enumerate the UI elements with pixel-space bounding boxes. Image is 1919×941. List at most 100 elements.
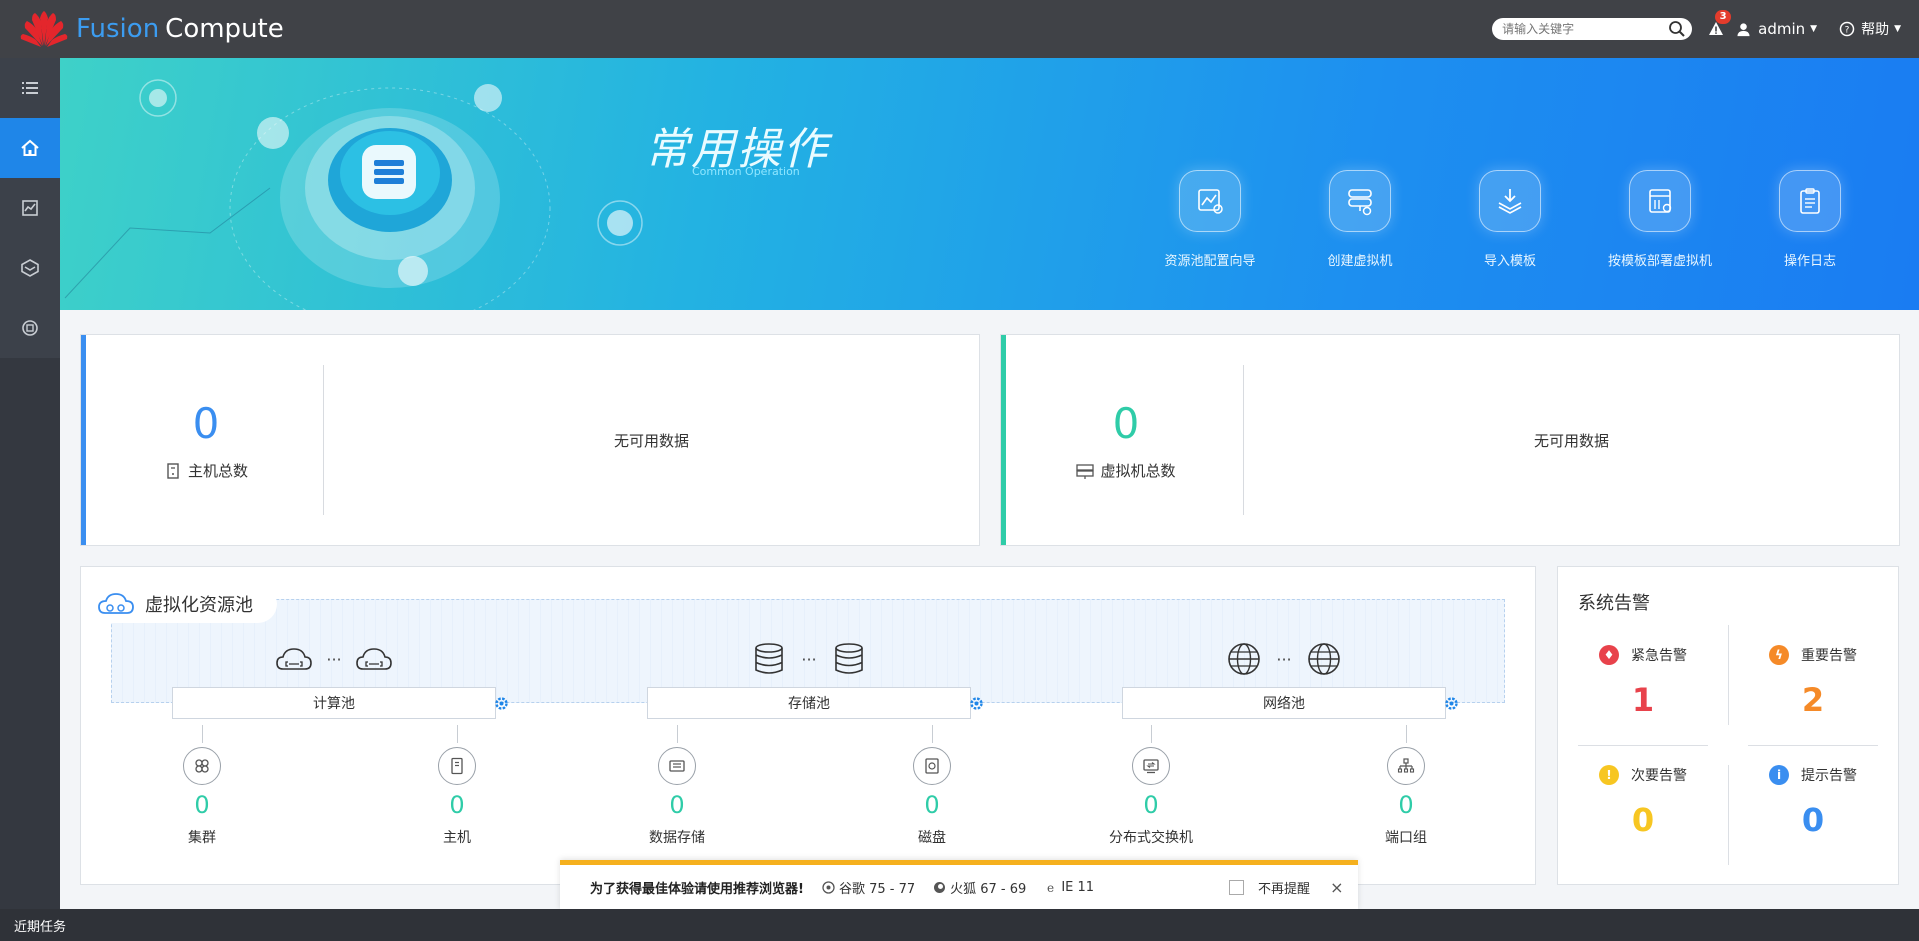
- vms-stat: 0 虚拟机总数: [1006, 335, 1246, 545]
- metric-dvswitches[interactable]: 0 分布式交换机: [1081, 725, 1221, 847]
- list-icon: [22, 82, 38, 94]
- portgroup-icon: [1387, 747, 1425, 785]
- hosts-total-label: 主机总数: [164, 460, 248, 481]
- sidebar-item-menu[interactable]: [0, 58, 60, 118]
- alarm-warning-value[interactable]: 0: [1802, 801, 1824, 839]
- storage-pool-box[interactable]: 存储池: [647, 687, 983, 719]
- alarm-major-value[interactable]: 2: [1802, 681, 1824, 719]
- tip-ie: e IE 11: [1044, 880, 1094, 895]
- alarm-major[interactable]: ϟ 重要告警 2: [1738, 645, 1888, 719]
- connector: [1150, 725, 1152, 743]
- user-menu[interactable]: admin ▼: [1736, 20, 1817, 38]
- tip-firefox-label: 火狐 67 - 69: [950, 882, 1027, 897]
- tip-chrome: 谷歌 75 - 77: [822, 878, 915, 897]
- gear-icon[interactable]: [1444, 696, 1459, 711]
- hosts-summary-card: 0 主机总数 无可用数据: [80, 334, 980, 546]
- alarm-critical[interactable]: ♦ 紧急告警 1: [1568, 645, 1718, 719]
- disks-label: 磁盘: [918, 830, 946, 846]
- help-icon: ?: [1839, 21, 1855, 37]
- search-input[interactable]: [1502, 22, 1669, 36]
- metric-clusters[interactable]: 0 集群: [132, 725, 272, 847]
- op-deploy-template[interactable]: 按模板部署虚拟机: [1585, 170, 1735, 269]
- alarm-minor-value[interactable]: 0: [1632, 801, 1654, 839]
- alarm-critical-value[interactable]: 1: [1632, 681, 1654, 719]
- alarm-bell[interactable]: 3: [1706, 10, 1732, 39]
- datastores-label: 数据存储: [649, 830, 705, 846]
- resource-wizard-icon[interactable]: [1179, 170, 1241, 232]
- sidebar-item-resources[interactable]: [0, 238, 60, 298]
- top-right-tools: 3 admin ▼ ? 帮助 ▼: [1492, 0, 1901, 58]
- op-label: 按模板部署虚拟机: [1607, 254, 1712, 269]
- dvswitches-value[interactable]: 0: [1143, 791, 1158, 819]
- deploy-template-icon[interactable]: [1629, 170, 1691, 232]
- network-pool-box[interactable]: 网络池: [1122, 687, 1458, 719]
- op-import-template[interactable]: 导入模板: [1435, 170, 1585, 269]
- datastore-icon: [658, 747, 696, 785]
- metric-hosts[interactable]: 0 主机: [387, 725, 527, 847]
- dont-remind-checkbox[interactable]: [1229, 880, 1245, 895]
- system-alarms-panel: 系统告警 ♦ 紧急告警 1 ϟ 重要告警 2 ! 次要告警 0 i 提示告警 0: [1557, 566, 1899, 885]
- alarm-minor[interactable]: ! 次要告警 0: [1568, 765, 1718, 839]
- divider: [1748, 745, 1878, 746]
- pool-title: 虚拟化资源池: [145, 595, 253, 616]
- import-template-icon[interactable]: [1479, 170, 1541, 232]
- pool-header: 虚拟化资源池: [97, 585, 277, 623]
- vms-summary-card: 0 虚拟机总数 无可用数据: [1000, 334, 1900, 546]
- common-operations-banner: 常用操作 Common Operation 资源池配置向导 创建虚拟机 导入模板…: [60, 58, 1919, 310]
- metric-disks[interactable]: 0 磁盘: [862, 725, 1002, 847]
- metric-datastores[interactable]: 0 数据存储: [607, 725, 747, 847]
- datastores-value[interactable]: 0: [669, 791, 684, 819]
- search-icon[interactable]: [1668, 20, 1686, 38]
- portgroups-label: 端口组: [1385, 830, 1427, 846]
- alarm-warning-label: 提示告警: [1801, 768, 1857, 784]
- switch-icon: [1132, 747, 1170, 785]
- network-pool: ··· 网络池: [1122, 637, 1458, 719]
- op-resource-wizard[interactable]: 资源池配置向导: [1135, 170, 1285, 269]
- svg-text:?: ?: [1845, 26, 1850, 36]
- user-icon: [1737, 22, 1750, 36]
- storage-pool-label: 存储池: [788, 696, 830, 712]
- vms-total-label: 虚拟机总数: [1076, 460, 1176, 481]
- gear-icon[interactable]: [494, 696, 509, 711]
- hosts-total-value[interactable]: 0: [193, 399, 220, 448]
- op-operation-log[interactable]: 操作日志: [1735, 170, 1885, 269]
- alarm-warning[interactable]: i 提示告警 0: [1738, 765, 1888, 839]
- search-box[interactable]: [1492, 18, 1693, 40]
- disk-icon: [913, 747, 951, 785]
- alarm-minor-head: ! 次要告警: [1599, 765, 1687, 785]
- op-label: 资源池配置向导: [1164, 254, 1256, 269]
- sidebar-item-system[interactable]: [0, 298, 60, 358]
- sidebar-item-home[interactable]: [0, 118, 60, 178]
- dont-remind-label[interactable]: 不再提醒: [1258, 878, 1310, 897]
- firefox-icon: [934, 882, 946, 893]
- tip-ie-label: IE 11: [1061, 880, 1095, 895]
- portgroups-value[interactable]: 0: [1398, 791, 1413, 819]
- compute-pool-icons: ···: [172, 637, 496, 681]
- tip-firefox: 火狐 67 - 69: [933, 878, 1026, 897]
- help-menu[interactable]: ? 帮助 ▼: [1839, 19, 1901, 39]
- recent-tasks-button[interactable]: 近期任务: [14, 916, 66, 935]
- hosts-value[interactable]: 0: [449, 791, 464, 819]
- op-label: 创建虚拟机: [1327, 254, 1393, 269]
- create-vm-icon[interactable]: [1329, 170, 1391, 232]
- compute-pool-box[interactable]: 计算池: [172, 687, 508, 719]
- alarm-count-badge: 3: [1715, 10, 1732, 24]
- clusters-value[interactable]: 0: [194, 791, 209, 819]
- gear-icon[interactable]: [969, 696, 984, 711]
- operation-log-icon[interactable]: [1779, 170, 1841, 232]
- sidebar-item-monitor[interactable]: [0, 178, 60, 238]
- hosts-stat: 0 主机总数: [86, 335, 326, 545]
- op-create-vm[interactable]: 创建虚拟机: [1285, 170, 1435, 269]
- top-bar: FusionCompute 3 admin ▼ ? 帮助 ▼: [0, 0, 1919, 58]
- clusters-label: 集群: [188, 830, 216, 846]
- cloud-icon: [276, 648, 313, 670]
- metric-portgroups[interactable]: 0 端口组: [1336, 725, 1476, 847]
- info-alarm-icon: i: [1769, 765, 1789, 785]
- ie-icon: e: [1047, 881, 1054, 894]
- vm-icon: [1076, 463, 1095, 479]
- vms-total-value[interactable]: 0: [1113, 399, 1140, 448]
- host-icon: [438, 747, 476, 785]
- globe-icon: [1307, 643, 1340, 675]
- close-icon[interactable]: ×: [1330, 878, 1343, 897]
- disks-value[interactable]: 0: [924, 791, 939, 819]
